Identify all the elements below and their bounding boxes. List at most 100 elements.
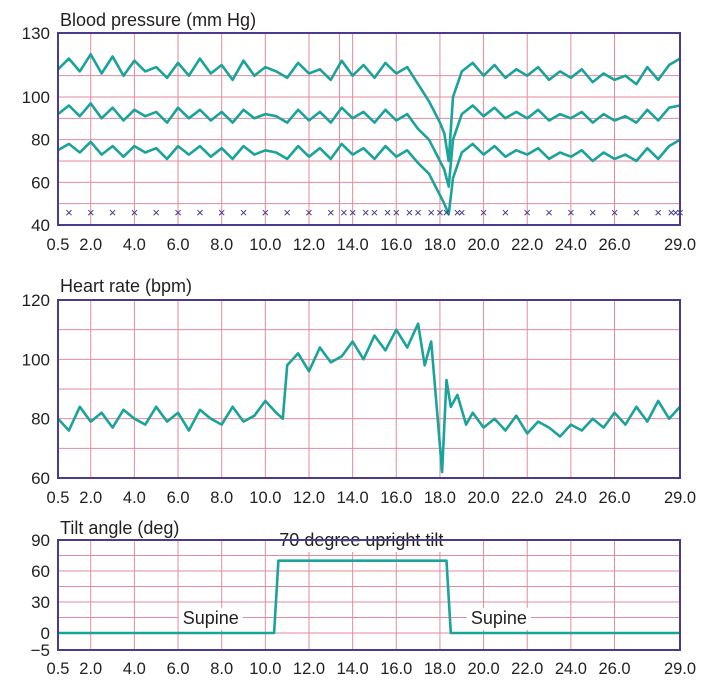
x-tick-label: 16.0 — [380, 236, 412, 254]
x-tick-label: 4.0 — [123, 489, 146, 507]
series-line-tilt — [58, 559, 680, 635]
x-tick-label: 16.0 — [380, 660, 412, 678]
series-line-mean — [57, 102, 681, 188]
x-tick-label: 4.0 — [123, 660, 146, 678]
tilt-title: Tilt angle (deg) — [60, 518, 179, 538]
x-tick-label: 2.0 — [79, 489, 102, 507]
x-tick-label: 8.0 — [210, 660, 233, 678]
x-tick-label: 26.0 — [598, 489, 630, 507]
y-tick-label: 100 — [22, 88, 50, 107]
figure: Blood pressure (mm Hg) × × × × × × × × × × × × × × × × ×… — [0, 0, 706, 678]
event-marker: × — [589, 205, 597, 220]
tilt-angle-panel: Tilt angle (deg) 70 degree upright tiltS… — [31, 518, 696, 678]
event-marker: × — [65, 205, 73, 220]
event-marker: × — [545, 205, 553, 220]
event-marker: × — [392, 205, 400, 220]
plot-frame — [57, 32, 681, 226]
y-tick-label: 60 — [31, 469, 50, 488]
event-marker: × — [633, 205, 641, 220]
series-line-heart-rate — [57, 322, 681, 474]
event-marker: × — [443, 205, 451, 220]
y-tick-label: 100 — [22, 350, 50, 369]
x-tick-label: 0.5 — [47, 489, 70, 507]
event-marker: × — [567, 205, 575, 220]
x-tick-label: 12.0 — [293, 489, 325, 507]
x-tick-label: 0.5 — [47, 236, 70, 254]
event-marker: × — [174, 205, 182, 220]
x-tick-label: 6.0 — [167, 489, 190, 507]
event-marker: × — [371, 205, 379, 220]
x-tick-label: 2.0 — [79, 660, 102, 678]
x-tick-label: 8.0 — [210, 236, 233, 254]
event-marker: × — [283, 205, 291, 220]
event-marker: × — [384, 205, 392, 220]
x-tick-label: 14.0 — [337, 489, 369, 507]
y-tick-label: 80 — [31, 131, 50, 150]
x-tick-label: 22.0 — [511, 236, 543, 254]
x-tick-label: 18.0 — [424, 660, 456, 678]
x-tick-label: 29.0 — [664, 660, 696, 678]
event-marker: × — [109, 205, 117, 220]
event-marker: × — [414, 205, 422, 220]
x-tick-label: 10.0 — [249, 660, 281, 678]
x-tick-label: 24.0 — [555, 660, 587, 678]
hr-title: Heart rate (bpm) — [60, 276, 192, 296]
y-tick-label: 130 — [22, 24, 50, 43]
x-tick-label: 24.0 — [555, 236, 587, 254]
y-tick-label: 60 — [31, 562, 50, 581]
event-marker: × — [218, 205, 226, 220]
heart-rate-panel: Heart rate (bpm) 120 100 80 600.5 2.0 4.0 6.0 8… — [22, 276, 696, 507]
y-tick-label: −5 — [31, 641, 50, 660]
x-tick-label: 0.5 — [47, 660, 70, 678]
x-tick-label: 20.0 — [468, 489, 500, 507]
x-tick-label: 24.0 — [555, 489, 587, 507]
x-tick-label: 14.0 — [337, 236, 369, 254]
chart-figure: Blood pressure (mm Hg) × × × × × × × × × × × × × × × × ×… — [22, 10, 696, 678]
event-marker: × — [327, 205, 335, 220]
event-marker: × — [262, 205, 270, 220]
x-tick-label: 10.0 — [249, 489, 281, 507]
event-marker: × — [196, 205, 204, 220]
x-tick-label: 22.0 — [511, 660, 543, 678]
bp-title: Blood pressure (mm Hg) — [60, 10, 256, 30]
x-tick-label: 20.0 — [468, 660, 500, 678]
x-tick-label: 16.0 — [380, 489, 412, 507]
annotation-label: Supine — [183, 608, 239, 628]
x-tick-label: 20.0 — [468, 236, 500, 254]
event-marker: × — [406, 205, 414, 220]
y-tick-label: 40 — [31, 216, 50, 235]
event-marker: × — [87, 205, 95, 220]
event-marker: × — [523, 205, 531, 220]
event-marker: × — [340, 205, 348, 220]
x-tick-label: 26.0 — [598, 236, 630, 254]
x-tick-label: 10.0 — [249, 236, 281, 254]
blood-pressure-panel: Blood pressure (mm Hg) × × × × × × × × × × × × × × × × ×… — [22, 10, 696, 254]
y-tick-label: 60 — [31, 173, 50, 192]
x-tick-label: 29.0 — [664, 489, 696, 507]
x-tick-label: 12.0 — [293, 660, 325, 678]
x-tick-label: 18.0 — [424, 489, 456, 507]
x-tick-label: 6.0 — [167, 236, 190, 254]
event-marker: × — [131, 205, 139, 220]
event-marker: × — [654, 205, 662, 220]
y-tick-label: 90 — [31, 531, 50, 550]
event-marker: × — [611, 205, 619, 220]
event-marker: × — [305, 205, 313, 220]
event-marker: × — [362, 205, 370, 220]
y-tick-label: 80 — [31, 410, 50, 429]
x-tick-label: 26.0 — [598, 660, 630, 678]
x-tick-label: 18.0 — [424, 236, 456, 254]
x-tick-label: 12.0 — [293, 236, 325, 254]
x-tick-label: 29.0 — [664, 236, 696, 254]
y-tick-label: 30 — [31, 593, 50, 612]
event-marker: × — [240, 205, 248, 220]
x-tick-label: 2.0 — [79, 236, 102, 254]
event-marker: × — [152, 205, 160, 220]
event-marker: × — [502, 205, 510, 220]
series-line-diastolic — [57, 138, 681, 216]
x-tick-label: 4.0 — [123, 236, 146, 254]
x-tick-label: 6.0 — [167, 660, 190, 678]
event-marker: × — [480, 205, 488, 220]
y-tick-label: 120 — [22, 291, 50, 310]
x-tick-label: 14.0 — [337, 660, 369, 678]
